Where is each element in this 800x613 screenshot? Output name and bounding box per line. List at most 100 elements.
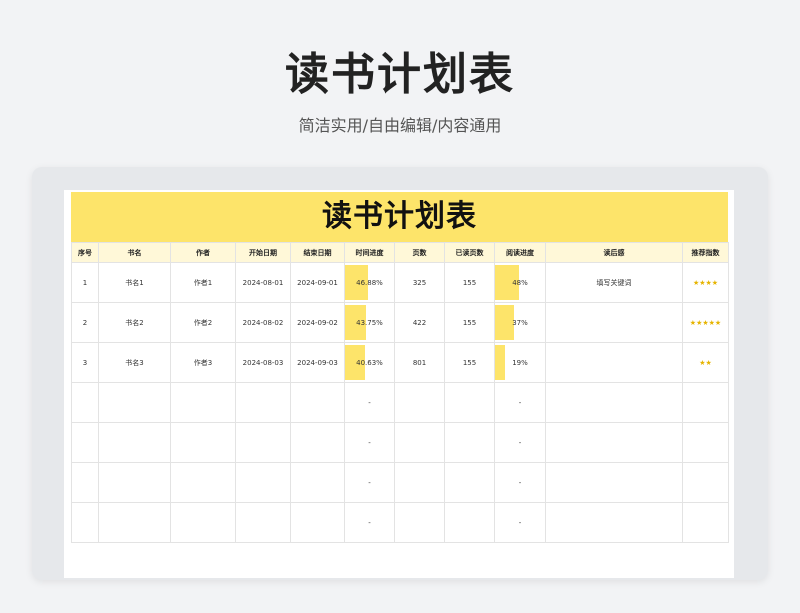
cell-no[interactable]: 1 bbox=[71, 262, 99, 303]
column-header-start-date[interactable]: 开始日期 bbox=[235, 242, 291, 263]
cell-book[interactable]: 书名2 bbox=[98, 302, 171, 343]
cell-no[interactable] bbox=[71, 422, 99, 463]
cell-end-date[interactable] bbox=[290, 382, 345, 423]
cell-author[interactable] bbox=[170, 502, 236, 543]
cell-read-progress[interactable]: - bbox=[494, 502, 546, 543]
cell-read-progress[interactable]: 48% bbox=[494, 262, 546, 303]
column-header-review[interactable]: 读后感 bbox=[545, 242, 683, 263]
cell-start-date[interactable]: 2024-08-01 bbox=[235, 262, 291, 303]
cell-read-progress[interactable]: 37% bbox=[494, 302, 546, 343]
cell-review[interactable] bbox=[545, 302, 683, 343]
cell-time-progress[interactable]: 40.63% bbox=[344, 342, 395, 383]
cell-review[interactable] bbox=[545, 342, 683, 383]
cell-rating[interactable] bbox=[682, 422, 729, 463]
cell-rating[interactable] bbox=[682, 382, 729, 423]
progress-label: - bbox=[518, 478, 522, 487]
column-header-end-date[interactable]: 结束日期 bbox=[290, 242, 345, 263]
cell-time-progress[interactable]: 46.88% bbox=[344, 262, 395, 303]
cell-read-pages[interactable] bbox=[444, 502, 495, 543]
progress-label: - bbox=[368, 518, 371, 527]
column-header-read-progress[interactable]: 阅读进度 bbox=[494, 242, 546, 263]
cell-time-progress[interactable]: - bbox=[344, 382, 395, 423]
cell-author[interactable] bbox=[170, 382, 236, 423]
cell-read-progress[interactable]: - bbox=[494, 422, 546, 463]
cell-time-progress[interactable]: 43.75% bbox=[344, 302, 395, 343]
cell-end-date[interactable] bbox=[290, 502, 345, 543]
cell-book[interactable] bbox=[98, 502, 171, 543]
cell-rating[interactable] bbox=[682, 502, 729, 543]
progress-label: - bbox=[518, 438, 522, 447]
cell-read-pages[interactable]: 155 bbox=[444, 262, 495, 303]
cell-no[interactable]: 2 bbox=[71, 302, 99, 343]
column-header-no[interactable]: 序号 bbox=[71, 242, 99, 263]
cell-pages[interactable] bbox=[394, 502, 445, 543]
cell-start-date[interactable]: 2024-08-02 bbox=[235, 302, 291, 343]
cell-author[interactable]: 作者2 bbox=[170, 302, 236, 343]
cell-author[interactable]: 作者3 bbox=[170, 342, 236, 383]
cell-no[interactable] bbox=[71, 502, 99, 543]
cell-end-date[interactable]: 2024-09-02 bbox=[290, 302, 345, 343]
cell-no[interactable] bbox=[71, 382, 99, 423]
cell-review[interactable] bbox=[545, 422, 683, 463]
cell-start-date[interactable] bbox=[235, 502, 291, 543]
progress-label: - bbox=[518, 518, 522, 527]
cell-read-progress[interactable]: - bbox=[494, 382, 546, 423]
table-row: -- bbox=[71, 462, 729, 503]
progress-label: 46.88% bbox=[356, 278, 383, 287]
cell-pages[interactable]: 325 bbox=[394, 262, 445, 303]
cell-pages[interactable]: 422 bbox=[394, 302, 445, 343]
cell-end-date[interactable]: 2024-09-03 bbox=[290, 342, 345, 383]
cell-book[interactable] bbox=[98, 422, 171, 463]
column-header-author[interactable]: 作者 bbox=[170, 242, 236, 263]
cell-pages[interactable]: 801 bbox=[394, 342, 445, 383]
cell-rating[interactable]: ★★ bbox=[682, 342, 729, 383]
cell-rating[interactable]: ★★★★ bbox=[682, 262, 729, 303]
cell-time-progress[interactable]: - bbox=[344, 422, 395, 463]
cell-read-pages[interactable] bbox=[444, 462, 495, 503]
cell-start-date[interactable] bbox=[235, 422, 291, 463]
column-header-pages[interactable]: 页数 bbox=[394, 242, 445, 263]
cell-read-progress[interactable]: 19% bbox=[494, 342, 546, 383]
cell-author[interactable]: 作者1 bbox=[170, 262, 236, 303]
cell-book[interactable] bbox=[98, 382, 171, 423]
table-row: -- bbox=[71, 382, 729, 423]
cell-no[interactable]: 3 bbox=[71, 342, 99, 383]
cell-author[interactable] bbox=[170, 462, 236, 503]
star-rating-icon: ★★ bbox=[699, 358, 712, 367]
cell-rating[interactable] bbox=[682, 462, 729, 503]
column-header-read-pages[interactable]: 已读页数 bbox=[444, 242, 495, 263]
column-header-time-progress[interactable]: 时间进度 bbox=[344, 242, 395, 263]
cell-review[interactable]: 填写关键词 bbox=[545, 262, 683, 303]
cell-no[interactable] bbox=[71, 462, 99, 503]
cell-author[interactable] bbox=[170, 422, 236, 463]
cell-read-pages[interactable] bbox=[444, 422, 495, 463]
cell-pages[interactable] bbox=[394, 382, 445, 423]
cell-review[interactable] bbox=[545, 502, 683, 543]
cell-time-progress[interactable]: - bbox=[344, 462, 395, 503]
cell-end-date[interactable] bbox=[290, 462, 345, 503]
cell-rating[interactable]: ★★★★★ bbox=[682, 302, 729, 343]
cell-book[interactable]: 书名1 bbox=[98, 262, 171, 303]
cell-time-progress[interactable]: - bbox=[344, 502, 395, 543]
cell-read-pages[interactable]: 155 bbox=[444, 302, 495, 343]
cell-book[interactable] bbox=[98, 462, 171, 503]
cell-read-pages[interactable] bbox=[444, 382, 495, 423]
cell-review[interactable] bbox=[545, 382, 683, 423]
cell-end-date[interactable]: 2024-09-01 bbox=[290, 262, 345, 303]
page-title: 读书计划表 bbox=[285, 49, 515, 100]
cell-read-pages[interactable]: 155 bbox=[444, 342, 495, 383]
column-header-rating[interactable]: 推荐指数 bbox=[682, 242, 729, 263]
cell-start-date[interactable] bbox=[235, 462, 291, 503]
progress-bar-fill bbox=[495, 305, 514, 340]
sheet-title: 读书计划表 bbox=[71, 192, 728, 242]
table-row: -- bbox=[71, 422, 729, 463]
cell-pages[interactable] bbox=[394, 462, 445, 503]
column-header-book[interactable]: 书名 bbox=[98, 242, 171, 263]
cell-book[interactable]: 书名3 bbox=[98, 342, 171, 383]
cell-start-date[interactable] bbox=[235, 382, 291, 423]
cell-start-date[interactable]: 2024-08-03 bbox=[235, 342, 291, 383]
cell-read-progress[interactable]: - bbox=[494, 462, 546, 503]
cell-end-date[interactable] bbox=[290, 422, 345, 463]
cell-review[interactable] bbox=[545, 462, 683, 503]
cell-pages[interactable] bbox=[394, 422, 445, 463]
